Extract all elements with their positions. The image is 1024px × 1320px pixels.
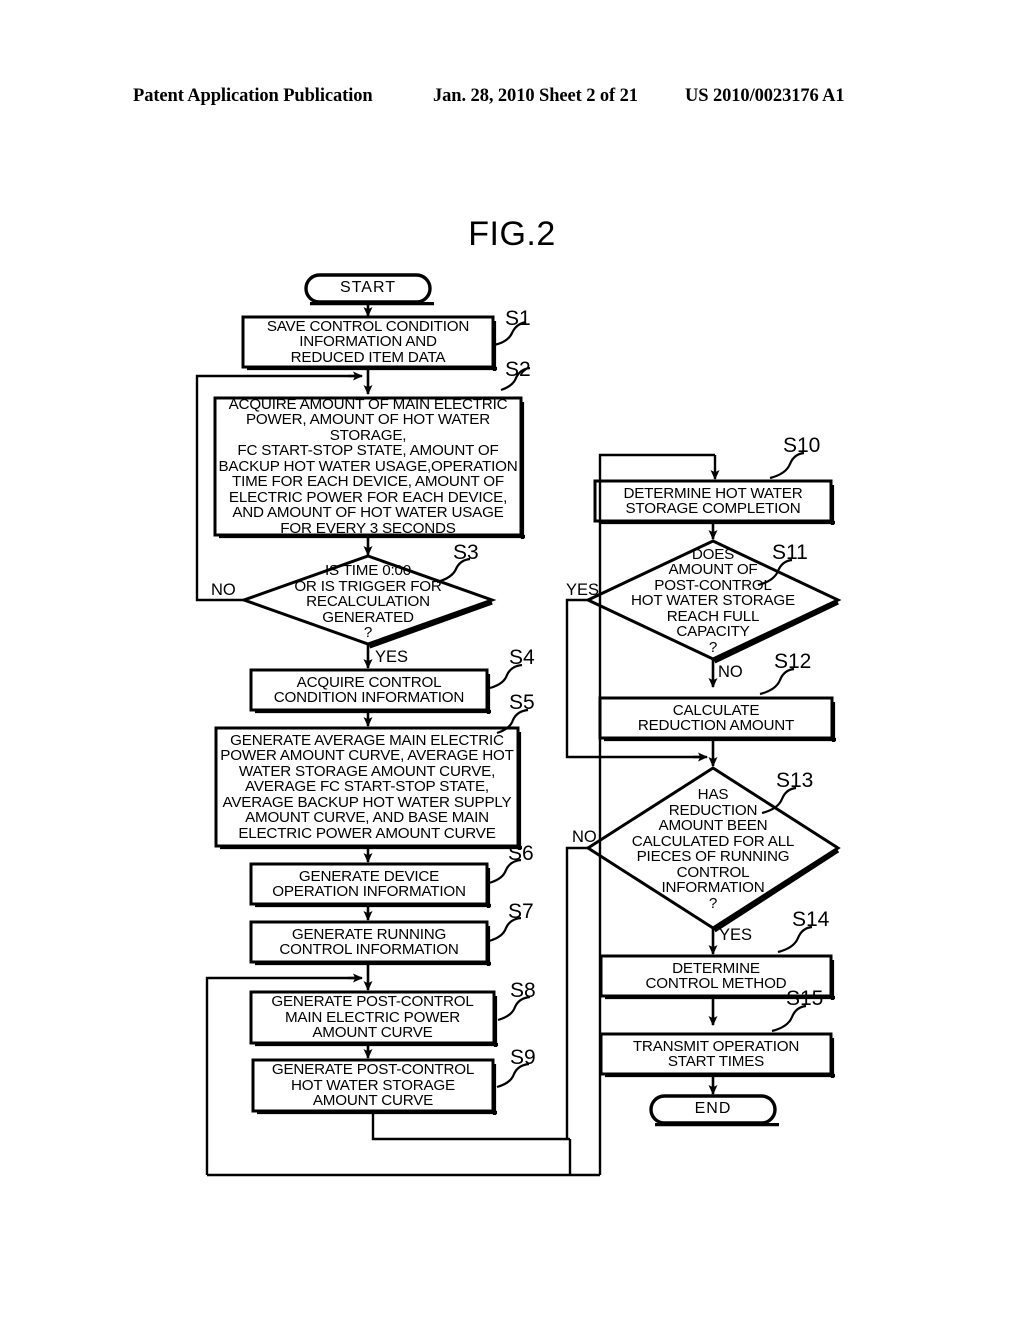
node-s2-acquire-amounts: ACQUIRE AMOUNT OF MAIN ELECTRIC POWER, A…: [218, 395, 518, 537]
step-label-s15: S15: [786, 987, 824, 1010]
patent-figure-page: Patent Application Publication Jan. 28, …: [0, 0, 1024, 1320]
edge-label-s11-no: NO: [718, 663, 743, 681]
step-label-s5: S5: [509, 691, 535, 714]
step-label-s3: S3: [453, 541, 479, 564]
node-s13-all-running-control-info-decision: HAS REDUCTION AMOUNT BEEN CALCULATED FOR…: [631, 786, 795, 912]
step-label-s9: S9: [510, 1046, 536, 1069]
edge-label-s11-yes: YES: [566, 581, 600, 599]
node-s12-calculate-reduction-amount: CALCULATE REDUCTION AMOUNT: [637, 701, 795, 734]
node-start: START: [340, 279, 396, 297]
node-s9-generate-post-control-storage-curve: GENERATE POST-CONTROL HOT WATER STORAGE …: [271, 1061, 475, 1110]
step-label-s6: S6: [508, 842, 534, 865]
step-label-s10: S10: [783, 434, 821, 457]
node-s10-determine-hot-water-storage-completion: DETERMINE HOT WATER STORAGE COMPLETION: [623, 484, 803, 517]
step-label-s2: S2: [505, 358, 531, 381]
step-label-s8: S8: [510, 979, 536, 1002]
node-s8-generate-post-control-power-curve: GENERATE POST-CONTROL MAIN ELECTRIC POWE…: [271, 993, 474, 1042]
step-label-s13: S13: [776, 769, 814, 792]
node-s15-transmit-operation-start-times: TRANSMIT OPERATION START TIMES: [632, 1037, 800, 1070]
edge-label-s3-no: NO: [211, 581, 236, 599]
step-label-s12: S12: [774, 650, 812, 673]
node-s7-generate-running-control-info: GENERATE RUNNING CONTROL INFORMATION: [279, 925, 459, 958]
node-s6-generate-device-operation-info: GENERATE DEVICE OPERATION INFORMATION: [272, 867, 466, 900]
node-s1-save-control-condition: SAVE CONTROL CONDITION INFORMATION AND R…: [266, 317, 470, 366]
node-end: END: [694, 1100, 732, 1118]
step-label-s7: S7: [508, 900, 534, 923]
node-s3-time-or-trigger-decision: IS TIME 0:00 OR IS TRIGGER FOR RECALCULA…: [294, 562, 442, 642]
step-label-s11: S11: [772, 541, 808, 564]
step-label-s4: S4: [509, 646, 535, 669]
flowchart: START SAVE CONTROL CONDITION INFORMATION…: [0, 0, 1024, 1320]
edge-label-s13-yes: YES: [719, 926, 753, 944]
step-label-s1: S1: [505, 307, 531, 330]
node-s4-acquire-control-condition-info: ACQUIRE CONTROL CONDITION INFORMATION: [273, 673, 465, 706]
edge-label-s13-no: NO: [572, 828, 597, 846]
step-label-s14: S14: [792, 908, 830, 931]
node-s5-generate-average-curves: GENERATE AVERAGE MAIN ELECTRIC POWER AMO…: [220, 731, 514, 842]
edge-label-s3-yes: YES: [375, 648, 409, 666]
